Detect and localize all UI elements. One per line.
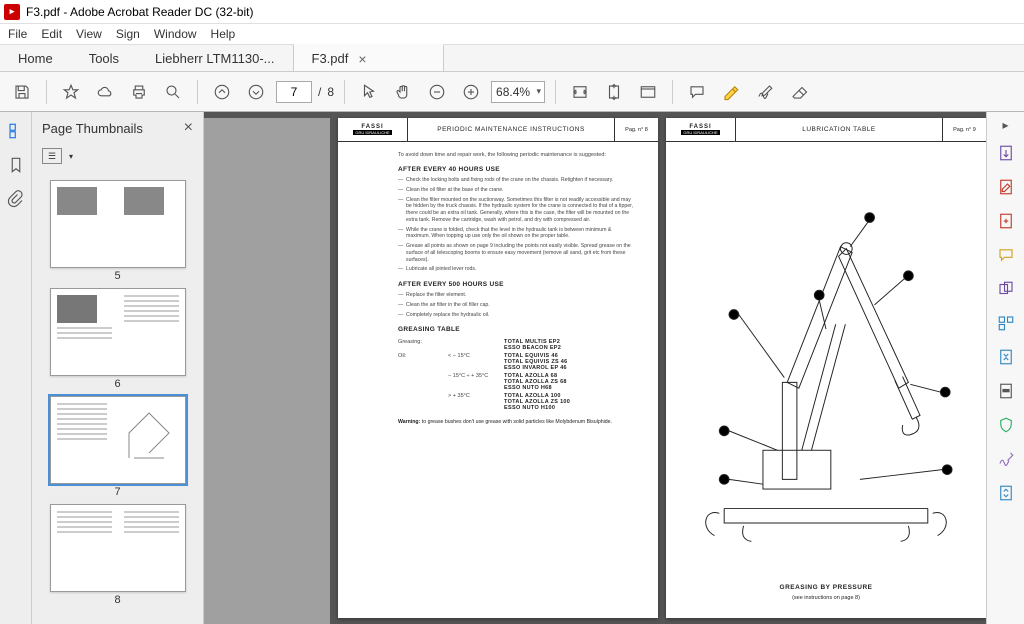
bookmark-rail-icon[interactable] [5, 154, 27, 176]
menu-edit[interactable]: Edit [41, 27, 62, 41]
doc-tab-1[interactable]: Liebherr LTM1130-... [137, 45, 293, 71]
page-left-title: PERIODIC MAINTENANCE INSTRUCTIONS [408, 126, 614, 133]
window-titlebar: ▸ F3.pdf - Adobe Acrobat Reader DC (32-b… [0, 0, 1024, 24]
page-down-icon[interactable] [242, 78, 270, 106]
fill-sign-icon[interactable] [993, 446, 1019, 472]
fit-width-icon[interactable] [566, 78, 594, 106]
menu-window[interactable]: Window [154, 27, 197, 41]
thumbnail-6[interactable]: 6 [50, 288, 186, 390]
thumbnail-7[interactable]: 7 [50, 396, 186, 498]
protect-icon[interactable] [993, 412, 1019, 438]
menu-file[interactable]: File [8, 27, 27, 41]
doc-tab-1-label: Liebherr LTM1130-... [155, 51, 274, 66]
thumbnails-rail-icon[interactable] [5, 120, 27, 142]
convert-icon[interactable] [993, 480, 1019, 506]
workspace: Page Thumbnails × ☰ 5 6 7 [0, 112, 1024, 624]
pdf-page-right: FASSIGRU IDRAULICHE LUBRICATION TABLE Pa… [666, 118, 986, 618]
right-rail: ▸ [986, 112, 1024, 624]
main-toolbar: / 8 68.4% [0, 72, 1024, 112]
thumbnail-list: 5 6 7 8 [32, 168, 203, 624]
tab-bar: Home Tools Liebherr LTM1130-... F3.pdf × [0, 44, 1024, 72]
cloud-icon[interactable] [91, 78, 119, 106]
document-view[interactable]: FASSIGRU IDRAULICHE PERIODIC MAINTENANCE… [204, 112, 986, 624]
page-right-no: Pag. n° 9 [942, 118, 986, 141]
thumbnail-options-icon[interactable]: ☰ [42, 148, 62, 164]
comment-tool-icon[interactable] [993, 242, 1019, 268]
close-tab-icon[interactable]: × [358, 51, 366, 67]
zoom-out-icon[interactable] [423, 78, 451, 106]
thumbnail-panel-title: Page Thumbnails [42, 121, 143, 136]
menu-bar: File Edit View Sign Window Help [0, 24, 1024, 44]
pointer-icon[interactable] [355, 78, 383, 106]
pdf-icon: ▸ [4, 4, 20, 20]
hand-icon[interactable] [389, 78, 417, 106]
print-icon[interactable] [125, 78, 153, 106]
doc-tab-2[interactable]: F3.pdf × [294, 44, 444, 71]
page-up-icon[interactable] [208, 78, 236, 106]
zoom-in-icon[interactable] [457, 78, 485, 106]
page-margin [204, 118, 330, 624]
redact-icon[interactable] [993, 378, 1019, 404]
thumbnail-panel: Page Thumbnails × ☰ 5 6 7 [32, 112, 204, 624]
page-total: 8 [327, 85, 334, 99]
thumbnail-8[interactable]: 8 [50, 504, 186, 606]
zoom-select[interactable]: 68.4% [491, 81, 545, 103]
collapse-right-icon[interactable]: ▸ [1002, 118, 1008, 132]
erase-icon[interactable] [785, 78, 813, 106]
pdf-page-left: FASSIGRU IDRAULICHE PERIODIC MAINTENANCE… [338, 118, 658, 618]
read-mode-icon[interactable] [634, 78, 662, 106]
page-number-input[interactable] [276, 81, 312, 103]
close-panel-icon[interactable]: × [184, 119, 193, 137]
page-right-title: LUBRICATION TABLE [736, 126, 942, 133]
tab-tools[interactable]: Tools [71, 45, 137, 71]
export-pdf-icon[interactable] [993, 140, 1019, 166]
left-rail [0, 112, 32, 624]
tab-home[interactable]: Home [0, 45, 71, 71]
window-title: F3.pdf - Adobe Acrobat Reader DC (32-bit… [26, 5, 253, 19]
page-left-no: Pag. n° 8 [614, 118, 658, 141]
crane-diagram: GREASING BY PRESSURE (see instructions o… [666, 148, 986, 578]
compress-icon[interactable] [993, 344, 1019, 370]
menu-sign[interactable]: Sign [116, 27, 140, 41]
fit-page-icon[interactable] [600, 78, 628, 106]
search-icon[interactable] [159, 78, 187, 106]
organize-icon[interactable] [993, 310, 1019, 336]
attachment-rail-icon[interactable] [5, 188, 27, 210]
create-pdf-icon[interactable] [993, 208, 1019, 234]
star-icon[interactable] [57, 78, 85, 106]
page-separator: / [318, 85, 321, 99]
sign-icon[interactable] [751, 78, 779, 106]
thumbnail-5[interactable]: 5 [50, 180, 186, 282]
doc-tab-2-label: F3.pdf [312, 51, 349, 66]
menu-help[interactable]: Help [211, 27, 236, 41]
save-icon[interactable] [8, 78, 36, 106]
comment-icon[interactable] [683, 78, 711, 106]
highlight-icon[interactable] [717, 78, 745, 106]
combine-icon[interactable] [993, 276, 1019, 302]
edit-pdf-icon[interactable] [993, 174, 1019, 200]
menu-view[interactable]: View [76, 27, 102, 41]
